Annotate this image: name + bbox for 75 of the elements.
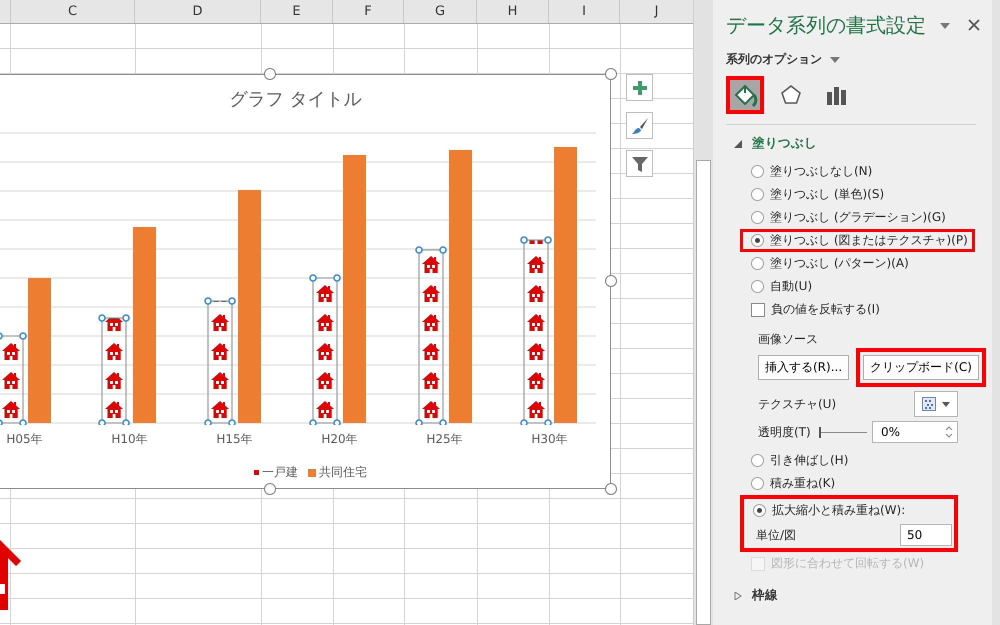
option-label: 負の値を反転する(I) xyxy=(771,301,880,318)
radio-button[interactable] xyxy=(751,234,764,247)
texture-dropdown[interactable] xyxy=(914,391,958,417)
caret-icon xyxy=(942,402,950,406)
close-icon xyxy=(968,18,980,30)
texture-label: テクスチャ(U) xyxy=(758,396,836,412)
spinner-arrows-icon[interactable] xyxy=(945,424,953,440)
image-source-label: 画像ソース xyxy=(758,331,819,348)
radio-button[interactable] xyxy=(751,280,764,293)
category-label: H30年 xyxy=(531,431,568,448)
legend-label: 一戸建 xyxy=(262,464,298,481)
column-header[interactable]: D xyxy=(135,0,261,23)
category-label: H25年 xyxy=(426,431,463,448)
radio-button[interactable] xyxy=(751,477,764,490)
radio-button[interactable] xyxy=(751,257,764,270)
add-element-button[interactable] xyxy=(626,74,653,101)
category-tab[interactable] xyxy=(726,76,764,114)
transparency-label: 透明度(T) xyxy=(758,424,811,440)
category-label: H10年 xyxy=(111,431,148,448)
column-header[interactable]: I xyxy=(549,0,620,23)
source-button[interactable]: 挿入する(R)... xyxy=(758,355,850,380)
radio-button[interactable] xyxy=(751,165,764,178)
section-header[interactable]: 枠線 xyxy=(734,587,992,604)
pentagon-icon xyxy=(779,83,803,107)
paintbrush-icon xyxy=(630,116,648,134)
option-label: 塗りつぶし (グラデーション)(G) xyxy=(770,209,946,226)
radio-button[interactable] xyxy=(751,211,764,224)
filter-icon xyxy=(630,154,648,172)
section-header[interactable]: 塗りつぶし xyxy=(734,135,992,152)
transparency-field[interactable]: 0% xyxy=(872,421,958,443)
unit-label: 単位/図 xyxy=(756,526,796,544)
series-options-dropdown[interactable]: 系列のオプション xyxy=(726,51,992,68)
paint-bucket-icon xyxy=(732,82,758,108)
resize-handle[interactable] xyxy=(605,68,617,80)
option-label: 積み重ね(K) xyxy=(770,475,836,492)
unit-field[interactable]: 50 xyxy=(900,524,952,546)
resize-handle[interactable] xyxy=(605,483,617,495)
transparency-slider[interactable] xyxy=(818,426,867,438)
dropdown-icon[interactable] xyxy=(940,22,950,28)
option-label: 拡大縮小と積み重ね(W): xyxy=(772,502,906,519)
scrollbar[interactable] xyxy=(693,0,713,625)
caret-icon xyxy=(830,56,840,62)
chart-title: グラフ タイトル xyxy=(230,88,362,111)
legend-label: 共同住宅 xyxy=(319,464,367,481)
pane-title: データ系列の書式設定 xyxy=(726,12,926,39)
chart-style-button[interactable] xyxy=(626,112,653,139)
radio-button[interactable] xyxy=(751,454,764,467)
column-header[interactable]: E xyxy=(261,0,333,23)
option-label: 図形に合わせて回転する(W) xyxy=(771,555,924,572)
expander-icon xyxy=(734,592,742,600)
option-label: 塗りつぶしなし(N) xyxy=(770,163,872,180)
resize-handle[interactable] xyxy=(264,68,276,80)
column-header[interactable]: C xyxy=(11,0,135,23)
chart-filter-button[interactable] xyxy=(626,150,653,177)
option-label: 自動(U) xyxy=(770,278,812,295)
column-header[interactable]: H xyxy=(477,0,549,23)
option-label: 塗りつぶし (単色)(S) xyxy=(770,186,884,203)
source-button[interactable]: クリップボード(C) xyxy=(863,355,979,380)
option-label: 塗りつぶし (パターン)(A) xyxy=(770,255,909,272)
radio-button[interactable] xyxy=(753,504,766,517)
plus-icon xyxy=(632,80,648,96)
expander-icon xyxy=(734,140,742,148)
resize-handle[interactable] xyxy=(605,275,617,287)
category-label: H20年 xyxy=(321,431,358,448)
column-header[interactable]: G xyxy=(404,0,477,23)
radio-button[interactable] xyxy=(751,188,764,201)
chart-area[interactable]: グラフ タイトル H05年 H10年 H15年 H20年 H25年 H30年 一戸建 共同住宅 xyxy=(0,74,611,489)
option-label: 塗りつぶし (図またはテクスチャ)(P) xyxy=(770,232,968,249)
checkbox[interactable] xyxy=(751,302,765,316)
category-label: H15年 xyxy=(216,431,253,448)
option-label: 引き伸ばし(H) xyxy=(770,452,848,469)
resize-handle[interactable] xyxy=(264,483,276,495)
column-header[interactable]: F xyxy=(333,0,404,23)
category-label: H05年 xyxy=(6,431,43,448)
texture-swatch-icon xyxy=(922,397,936,411)
